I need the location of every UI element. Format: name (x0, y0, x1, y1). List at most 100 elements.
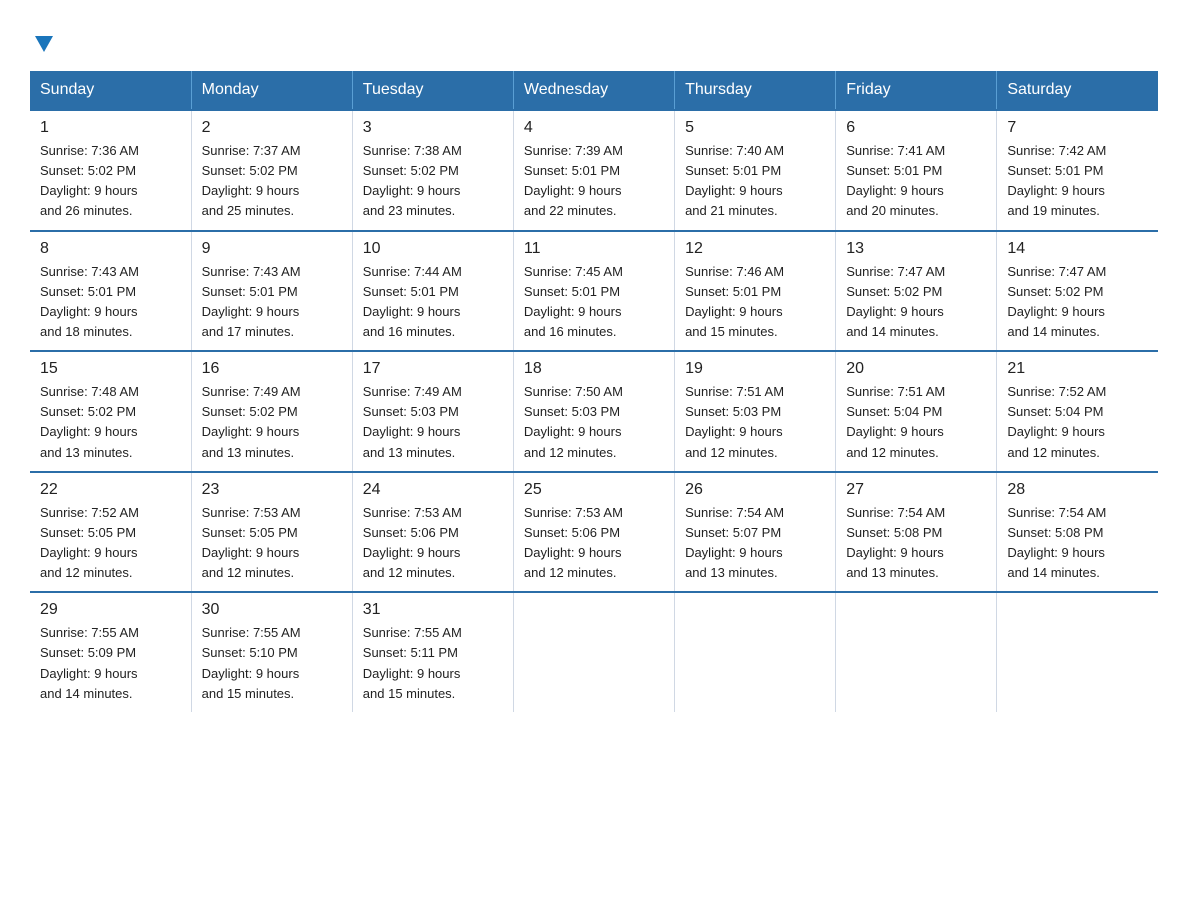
day-number: 11 (524, 240, 664, 258)
calendar-day-header: Monday (191, 71, 352, 110)
calendar-week-row: 15 Sunrise: 7:48 AMSunset: 5:02 PMDayligh… (30, 351, 1158, 472)
day-number: 12 (685, 240, 825, 258)
day-number: 10 (363, 240, 503, 258)
calendar-week-row: 1Sunrise: 7:36 AMSunset: 5:02 PMDaylight… (30, 110, 1158, 231)
day-number: 8 (40, 240, 181, 258)
calendar-day-cell: 22 Sunrise: 7:52 AMSunset: 5:05 PMDayligh… (30, 472, 191, 593)
calendar-day-cell (997, 592, 1158, 712)
day-info: Sunrise: 7:54 AMSunset: 5:08 PMDaylight:… (1007, 503, 1148, 584)
day-number: 13 (846, 240, 986, 258)
calendar-table: SundayMondayTuesdayWednesdayThursdayFrid… (30, 71, 1158, 712)
calendar-day-cell: 6 Sunrise: 7:41 AMSunset: 5:01 PMDaylight… (836, 110, 997, 231)
calendar-day-header: Saturday (997, 71, 1158, 110)
calendar-day-cell (513, 592, 674, 712)
day-number: 21 (1007, 360, 1148, 378)
calendar-day-cell: 20Sunrise: 7:51 AMSunset: 5:04 PMDayligh… (836, 351, 997, 472)
calendar-week-row: 29 Sunrise: 7:55 AMSunset: 5:09 PMDayligh… (30, 592, 1158, 712)
day-number: 26 (685, 481, 825, 499)
day-info: Sunrise: 7:42 AMSunset: 5:01 PMDaylight:… (1007, 141, 1148, 222)
day-number: 18 (524, 360, 664, 378)
calendar-day-cell: 12 Sunrise: 7:46 AMSunset: 5:01 PMDayligh… (675, 231, 836, 352)
logo (30, 20, 55, 53)
calendar-day-cell: 23 Sunrise: 7:53 AMSunset: 5:05 PMDayligh… (191, 472, 352, 593)
day-number: 15 (40, 360, 181, 378)
day-info: Sunrise: 7:37 AMSunset: 5:02 PMDaylight:… (202, 141, 342, 222)
day-info: Sunrise: 7:44 AMSunset: 5:01 PMDaylight:… (363, 262, 503, 343)
logo-triangle-icon (33, 32, 55, 59)
day-number: 27 (846, 481, 986, 499)
calendar-day-cell: 31Sunrise: 7:55 AMSunset: 5:11 PMDayligh… (352, 592, 513, 712)
day-number: 29 (40, 601, 181, 619)
calendar-day-cell: 5 Sunrise: 7:40 AMSunset: 5:01 PMDaylight… (675, 110, 836, 231)
day-number: 22 (40, 481, 181, 499)
day-info: Sunrise: 7:54 AMSunset: 5:08 PMDaylight:… (846, 503, 986, 584)
calendar-day-cell (836, 592, 997, 712)
day-info: Sunrise: 7:54 AMSunset: 5:07 PMDaylight:… (685, 503, 825, 584)
day-number: 14 (1007, 240, 1148, 258)
calendar-day-cell: 29 Sunrise: 7:55 AMSunset: 5:09 PMDayligh… (30, 592, 191, 712)
day-info: Sunrise: 7:50 AMSunset: 5:03 PMDaylight:… (524, 382, 664, 463)
day-number: 17 (363, 360, 503, 378)
day-info: Sunrise: 7:49 AMSunset: 5:03 PMDaylight:… (363, 382, 503, 463)
day-number: 30 (202, 601, 342, 619)
day-info: Sunrise: 7:55 AMSunset: 5:10 PMDaylight:… (202, 623, 342, 704)
calendar-day-cell: 30 Sunrise: 7:55 AMSunset: 5:10 PMDayligh… (191, 592, 352, 712)
calendar-day-cell: 3Sunrise: 7:38 AMSunset: 5:02 PMDaylight… (352, 110, 513, 231)
day-number: 6 (846, 119, 986, 137)
calendar-day-cell: 15 Sunrise: 7:48 AMSunset: 5:02 PMDayligh… (30, 351, 191, 472)
day-info: Sunrise: 7:49 AMSunset: 5:02 PMDaylight:… (202, 382, 342, 463)
calendar-day-cell: 21Sunrise: 7:52 AMSunset: 5:04 PMDayligh… (997, 351, 1158, 472)
calendar-day-cell: 9 Sunrise: 7:43 AMSunset: 5:01 PMDaylight… (191, 231, 352, 352)
day-number: 23 (202, 481, 342, 499)
calendar-day-cell: 7 Sunrise: 7:42 AMSunset: 5:01 PMDaylight… (997, 110, 1158, 231)
calendar-day-cell: 26 Sunrise: 7:54 AMSunset: 5:07 PMDayligh… (675, 472, 836, 593)
calendar-day-cell: 4 Sunrise: 7:39 AMSunset: 5:01 PMDaylight… (513, 110, 674, 231)
day-info: Sunrise: 7:55 AMSunset: 5:09 PMDaylight:… (40, 623, 181, 704)
day-info: Sunrise: 7:53 AMSunset: 5:05 PMDaylight:… (202, 503, 342, 584)
calendar-day-cell: 10 Sunrise: 7:44 AMSunset: 5:01 PMDayligh… (352, 231, 513, 352)
calendar-day-header: Wednesday (513, 71, 674, 110)
day-info: Sunrise: 7:36 AMSunset: 5:02 PMDaylight:… (40, 141, 181, 222)
calendar-day-cell: 1Sunrise: 7:36 AMSunset: 5:02 PMDaylight… (30, 110, 191, 231)
calendar-day-cell: 19Sunrise: 7:51 AMSunset: 5:03 PMDayligh… (675, 351, 836, 472)
calendar-day-cell: 24Sunrise: 7:53 AMSunset: 5:06 PMDayligh… (352, 472, 513, 593)
day-info: Sunrise: 7:51 AMSunset: 5:03 PMDaylight:… (685, 382, 825, 463)
day-info: Sunrise: 7:53 AMSunset: 5:06 PMDaylight:… (524, 503, 664, 584)
calendar-day-cell: 16 Sunrise: 7:49 AMSunset: 5:02 PMDayligh… (191, 351, 352, 472)
day-number: 28 (1007, 481, 1148, 499)
day-info: Sunrise: 7:40 AMSunset: 5:01 PMDaylight:… (685, 141, 825, 222)
calendar-day-cell: 2 Sunrise: 7:37 AMSunset: 5:02 PMDaylight… (191, 110, 352, 231)
calendar-day-cell: 8 Sunrise: 7:43 AMSunset: 5:01 PMDaylight… (30, 231, 191, 352)
day-number: 3 (363, 119, 503, 137)
day-number: 2 (202, 119, 342, 137)
page-header (30, 20, 1158, 53)
calendar-day-header: Sunday (30, 71, 191, 110)
calendar-day-header: Friday (836, 71, 997, 110)
calendar-day-header: Thursday (675, 71, 836, 110)
calendar-week-row: 8 Sunrise: 7:43 AMSunset: 5:01 PMDaylight… (30, 231, 1158, 352)
day-number: 24 (363, 481, 503, 499)
calendar-header-row: SundayMondayTuesdayWednesdayThursdayFrid… (30, 71, 1158, 110)
day-number: 7 (1007, 119, 1148, 137)
day-info: Sunrise: 7:55 AMSunset: 5:11 PMDaylight:… (363, 623, 503, 704)
day-number: 4 (524, 119, 664, 137)
day-number: 25 (524, 481, 664, 499)
day-info: Sunrise: 7:52 AMSunset: 5:05 PMDaylight:… (40, 503, 181, 584)
day-info: Sunrise: 7:43 AMSunset: 5:01 PMDaylight:… (202, 262, 342, 343)
calendar-day-cell: 13 Sunrise: 7:47 AMSunset: 5:02 PMDayligh… (836, 231, 997, 352)
day-number: 9 (202, 240, 342, 258)
calendar-day-cell: 25 Sunrise: 7:53 AMSunset: 5:06 PMDayligh… (513, 472, 674, 593)
day-info: Sunrise: 7:46 AMSunset: 5:01 PMDaylight:… (685, 262, 825, 343)
day-number: 5 (685, 119, 825, 137)
day-info: Sunrise: 7:48 AMSunset: 5:02 PMDaylight:… (40, 382, 181, 463)
day-info: Sunrise: 7:51 AMSunset: 5:04 PMDaylight:… (846, 382, 986, 463)
calendar-day-cell: 14Sunrise: 7:47 AMSunset: 5:02 PMDayligh… (997, 231, 1158, 352)
day-number: 16 (202, 360, 342, 378)
day-info: Sunrise: 7:39 AMSunset: 5:01 PMDaylight:… (524, 141, 664, 222)
calendar-day-cell: 18 Sunrise: 7:50 AMSunset: 5:03 PMDayligh… (513, 351, 674, 472)
day-info: Sunrise: 7:41 AMSunset: 5:01 PMDaylight:… (846, 141, 986, 222)
calendar-day-header: Tuesday (352, 71, 513, 110)
day-info: Sunrise: 7:47 AMSunset: 5:02 PMDaylight:… (846, 262, 986, 343)
calendar-week-row: 22 Sunrise: 7:52 AMSunset: 5:05 PMDayligh… (30, 472, 1158, 593)
day-info: Sunrise: 7:43 AMSunset: 5:01 PMDaylight:… (40, 262, 181, 343)
